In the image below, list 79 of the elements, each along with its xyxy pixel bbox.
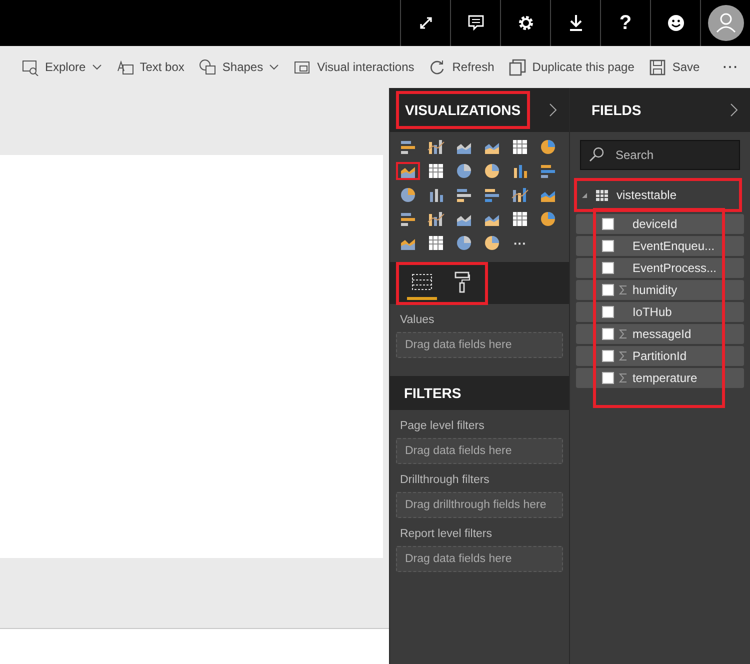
chart-icon <box>538 210 557 228</box>
chevron-down-icon <box>92 64 102 70</box>
chart-icon <box>398 138 417 156</box>
search-icon <box>589 147 604 162</box>
chart-icon <box>398 210 417 228</box>
checkbox[interactable] <box>602 372 614 384</box>
more-button[interactable]: ⋯ <box>722 57 738 77</box>
well-label: Values <box>398 313 436 328</box>
checkbox[interactable] <box>602 350 614 362</box>
pane-title: VISUALIZATIONS <box>396 91 530 129</box>
chart-icon <box>426 138 445 156</box>
chart-icon <box>426 234 445 252</box>
filter-label: Drillthrough filters <box>398 473 490 488</box>
explore-icon <box>22 58 39 76</box>
chart-icon <box>510 210 529 228</box>
checkbox[interactable] <box>602 306 614 318</box>
chevron-right-icon[interactable] <box>549 103 558 117</box>
chart-icon <box>538 138 557 156</box>
field-item[interactable]: temperature <box>576 368 744 388</box>
chart-icon <box>482 162 501 180</box>
smiley-icon <box>666 14 684 32</box>
chart-icon <box>454 234 473 252</box>
more-visuals-button[interactable]: ··· <box>508 234 532 252</box>
chart-icon <box>510 186 529 204</box>
field-item[interactable]: EventEnqueu... <box>576 236 744 256</box>
checkbox[interactable] <box>602 240 614 252</box>
download-icon <box>568 14 584 32</box>
toolbar-button[interactable]: Save <box>649 58 700 76</box>
table-icon <box>596 190 608 200</box>
filter-label: Report level filters <box>398 527 493 542</box>
field-item[interactable]: deviceId <box>576 214 744 234</box>
shapes-icon <box>199 58 216 76</box>
field-item[interactable]: IoTHub <box>576 302 744 322</box>
chevron-right-icon[interactable] <box>730 103 738 117</box>
toolbar-button[interactable]: Shapes <box>199 58 280 76</box>
avatar-icon[interactable] <box>708 5 744 41</box>
checkbox[interactable] <box>602 284 614 296</box>
checkbox[interactable] <box>602 218 614 230</box>
chart-icon <box>482 186 501 204</box>
checkbox[interactable] <box>602 328 614 340</box>
chart-icon <box>454 186 473 204</box>
interactions-icon <box>294 58 312 76</box>
expand-triangle-icon[interactable] <box>581 192 588 198</box>
duplicate-icon <box>509 58 526 76</box>
field-item[interactable]: EventProcess... <box>576 258 744 278</box>
search-field[interactable]: Search <box>580 140 740 170</box>
checkbox[interactable] <box>602 262 614 274</box>
chart-icon <box>454 162 473 180</box>
toolbar-button[interactable]: Refresh <box>429 58 494 76</box>
pane-title: FIELDS <box>590 101 642 120</box>
settings-icon <box>516 14 534 32</box>
toolbar-button[interactable]: Text box <box>116 58 184 76</box>
chart-icon <box>398 186 417 204</box>
chevron-down-icon <box>269 64 280 70</box>
field-item[interactable]: messageId <box>576 324 744 344</box>
chart-icon <box>426 162 445 180</box>
toolbar-button[interactable]: Visual interactions <box>294 58 414 76</box>
drop-zone[interactable]: Drag data fields here <box>396 332 564 358</box>
section-title: FILTERS <box>404 385 462 401</box>
chart-icon <box>510 138 529 156</box>
toolbar-button[interactable]: Explore <box>22 58 102 76</box>
toolbar-button[interactable]: Duplicate this page <box>509 58 634 76</box>
drop-zone[interactable]: Drag data fields here <box>396 546 564 572</box>
dashed-grid-icon <box>410 272 433 292</box>
drop-zone[interactable]: Drag data fields here <box>396 438 564 464</box>
chart-icon <box>426 210 445 228</box>
filter-label: Page level filters <box>398 419 486 434</box>
textbox-icon <box>116 58 134 76</box>
field-item[interactable]: humidity <box>576 280 744 300</box>
save-icon <box>649 58 666 76</box>
comment-icon <box>466 14 484 32</box>
visual-type-button[interactable] <box>396 162 420 180</box>
paint-roller-icon <box>454 270 470 292</box>
drop-zone[interactable]: Drag drillthrough fields here <box>396 492 564 518</box>
expand-icon <box>418 15 434 31</box>
chart-icon <box>538 162 557 180</box>
refresh-icon <box>429 58 446 76</box>
chart-icon <box>482 234 501 252</box>
field-item[interactable]: PartitionId <box>576 346 744 366</box>
